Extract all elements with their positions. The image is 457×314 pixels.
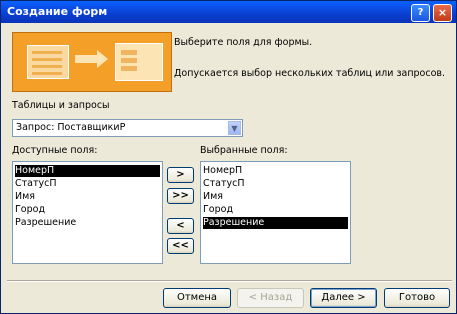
list-item[interactable]: Разрешение [203, 217, 348, 229]
list-item[interactable]: Город [15, 204, 45, 216]
remove-all-fields-button[interactable]: << [167, 238, 194, 254]
add-field-button[interactable]: > [167, 167, 194, 183]
list-item[interactable]: СтатусП [203, 178, 245, 190]
list-item[interactable]: Имя [15, 191, 35, 203]
list-item[interactable]: Имя [203, 191, 223, 203]
intro-line-1: Выберите поля для формы. [174, 37, 313, 48]
form-wizard-window: Создание форм ? × Выберите поля для форм… [0, 0, 457, 314]
source-select[interactable]: Запрос: ПоставщикиР ▼ [12, 119, 243, 137]
chevron-down-icon[interactable]: ▼ [228, 121, 241, 135]
source-label: Таблицы и запросы [12, 100, 110, 111]
finish-button[interactable]: Готово [384, 288, 450, 308]
table-graphic [27, 45, 69, 79]
selected-fields-list[interactable]: НомерП СтатусП Имя Город Разрешение [200, 161, 351, 264]
arrow-head-graphic [97, 50, 108, 68]
cancel-button[interactable]: Отмена [163, 288, 231, 308]
help-button[interactable]: ? [411, 4, 430, 22]
list-item[interactable]: Город [203, 204, 233, 216]
intro-line-2: Допускается выбор нескольких таблиц или … [174, 68, 446, 79]
available-fields-list[interactable]: НомерП СтатусП Имя Город Разрешение [12, 161, 163, 264]
remove-field-button[interactable]: < [167, 218, 194, 234]
arrow-graphic [75, 55, 97, 63]
window-title: Создание форм [7, 5, 108, 18]
footer-divider [7, 280, 452, 282]
available-fields-label: Доступные поля: [12, 145, 98, 156]
back-button[interactable]: < Назад [237, 288, 304, 308]
list-item[interactable]: Разрешение [15, 217, 76, 229]
list-item[interactable]: НомерП [203, 165, 242, 177]
list-item[interactable]: СтатусП [15, 178, 57, 190]
wizard-illustration [12, 32, 172, 92]
title-bar[interactable]: Создание форм ? × [1, 1, 456, 23]
next-button[interactable]: Далее > [310, 288, 377, 308]
source-select-value: Запрос: ПоставщикиР [16, 122, 126, 133]
selected-fields-label: Выбранные поля: [200, 145, 288, 156]
add-all-fields-button[interactable]: >> [167, 188, 194, 204]
close-button[interactable]: × [433, 4, 452, 22]
form-graphic [115, 43, 163, 81]
list-item[interactable]: НомерП [15, 165, 160, 177]
